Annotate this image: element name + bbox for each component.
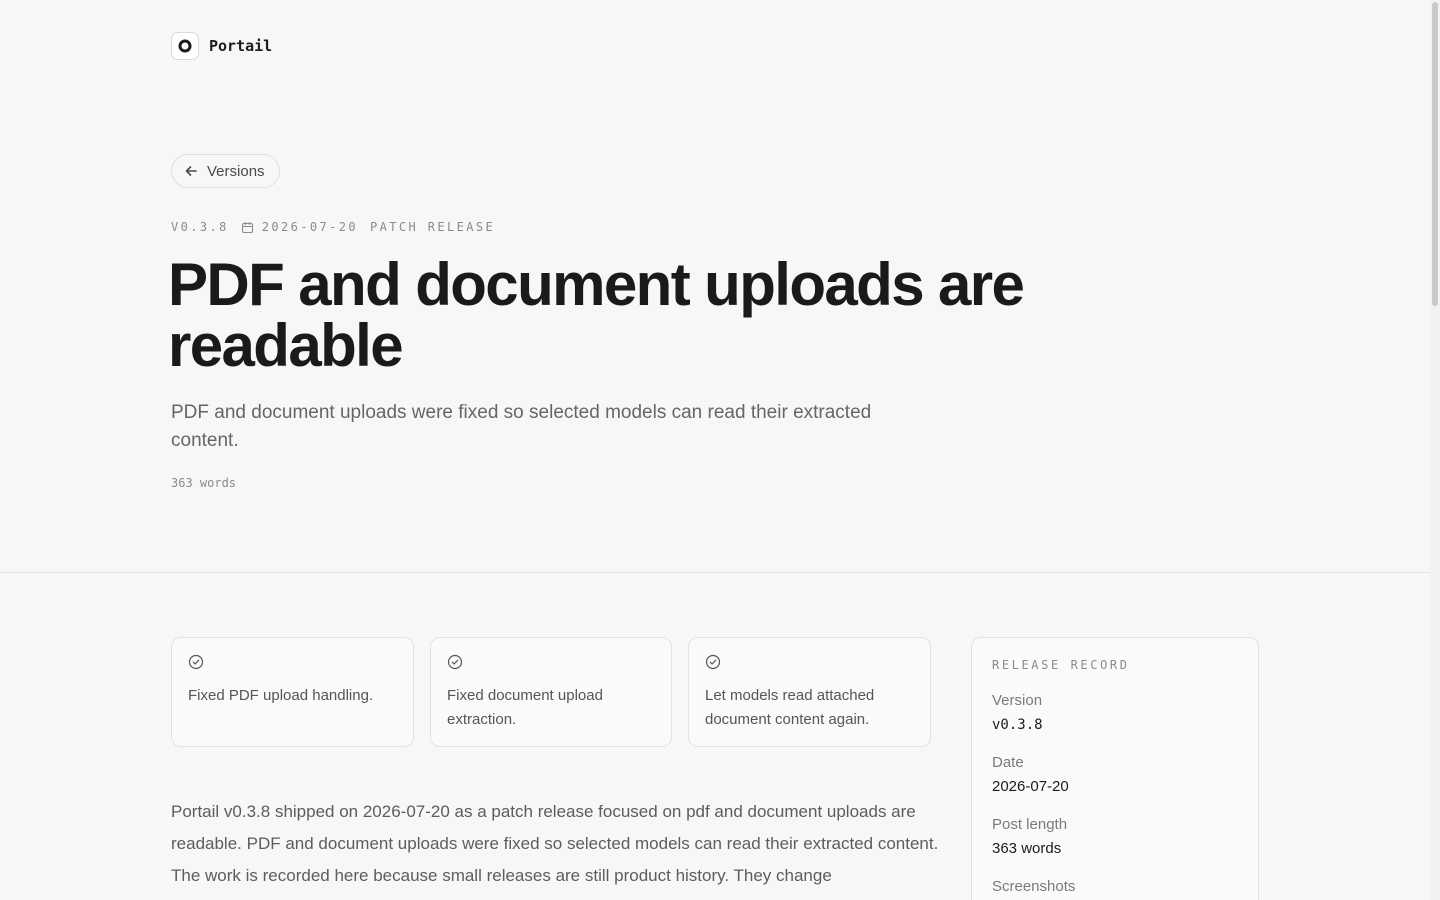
highlight-text: Fixed document upload extraction. [447, 687, 603, 728]
word-count: 363 words [171, 476, 237, 490]
record-label: Date [992, 754, 1024, 771]
brand[interactable]: Portail [171, 32, 272, 60]
highlight-text: Let models read attached document conten… [705, 687, 875, 728]
page-title: PDF and document uploads are readable [168, 251, 1025, 379]
record-value: v0.3.8 [992, 717, 1043, 733]
scrollbar-thumb[interactable] [1432, 2, 1438, 306]
brand-name: Portail [209, 37, 273, 55]
record-label: Screenshots [992, 878, 1076, 895]
release-record: RELEASE RECORD Version v0.3.8 Date 2026-… [971, 637, 1259, 900]
record-label: Post length [992, 816, 1068, 833]
record-heading: RELEASE RECORD [992, 658, 1130, 672]
release-date-text: 2026-07-20 [261, 220, 358, 234]
highlight-card: Fixed PDF upload handling. [171, 637, 414, 747]
page-scrollbar[interactable] [1430, 0, 1440, 900]
back-button-label: Versions [207, 162, 265, 180]
highlight-text: Fixed PDF upload handling. [188, 687, 374, 704]
calendar-icon [241, 221, 253, 233]
record-value: 2026-07-20 [992, 778, 1069, 795]
record-row-screenshots: Screenshots [992, 878, 1238, 896]
ring-logo-icon [171, 32, 199, 60]
record-value: 363 words [992, 840, 1062, 857]
release-date: 2026-07-20 [241, 220, 358, 234]
highlight-card: Let models read attached document conten… [688, 637, 931, 747]
arrow-left-icon [185, 166, 197, 176]
release-meta: V0.3.8 2026-07-20 PATCH RELEASE [171, 220, 495, 234]
record-label: Version [992, 692, 1043, 709]
highlight-card: Fixed document upload extraction. [430, 637, 672, 747]
page-subtitle: PDF and document uploads were fixed so s… [171, 402, 872, 451]
check-circle-icon [188, 654, 204, 670]
check-circle-icon [447, 654, 463, 670]
back-to-versions-button[interactable]: Versions [171, 154, 280, 188]
record-row-post-length: Post length 363 words [992, 816, 1238, 858]
check-circle-icon [705, 654, 721, 670]
version-tag: V0.3.8 [171, 220, 229, 234]
record-row-version: Version v0.3.8 [992, 692, 1238, 734]
record-row-date: Date 2026-07-20 [992, 754, 1238, 796]
section-divider [0, 572, 1430, 573]
release-type: PATCH RELEASE [370, 220, 496, 234]
release-page: Portail Versions V0.3.8 2026-07-20 PATCH… [0, 0, 1440, 900]
release-body: Portail v0.3.8 shipped on 2026-07-20 as … [171, 802, 939, 885]
